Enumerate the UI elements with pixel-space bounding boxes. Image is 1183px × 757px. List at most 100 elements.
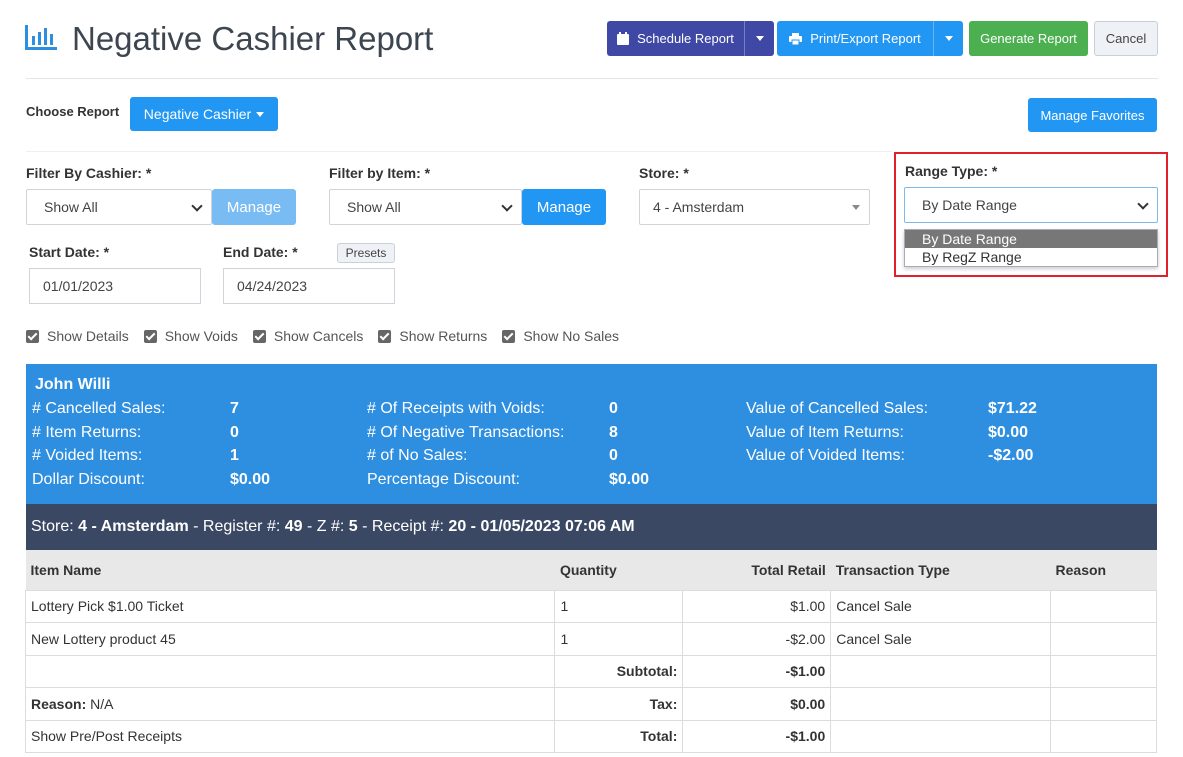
empty-cell (830, 654, 1052, 688)
summary-label: # of No Sales: (367, 447, 468, 464)
cashier-select-value: Show All (44, 199, 98, 215)
show-details-checkbox[interactable]: Show Details (26, 328, 129, 344)
show-no-sales-checkbox[interactable]: Show No Sales (502, 328, 619, 344)
range-option-regz[interactable]: By RegZ Range (905, 248, 1157, 266)
cashier-manage-button[interactable]: Manage (212, 189, 296, 225)
summary-value: 0 (609, 447, 618, 464)
show-no-sales-label: Show No Sales (523, 328, 620, 344)
chevron-down-icon (191, 200, 203, 212)
empty-cell (1050, 719, 1157, 753)
receipt-items-table: Item Name Quantity Total Retail Transact… (24, 550, 1157, 753)
empty-cell (830, 719, 1052, 753)
schedule-report-button[interactable]: Schedule Report (607, 21, 774, 56)
show-returns-label: Show Returns (399, 328, 488, 344)
range-type-value: By Date Range (922, 197, 1017, 213)
range-type-options: By Date Range By RegZ Range (904, 229, 1158, 267)
show-cancels-checkbox[interactable]: Show Cancels (252, 328, 363, 344)
schedule-dropdown-toggle[interactable] (744, 21, 774, 56)
range-option-date[interactable]: By Date Range (905, 230, 1157, 248)
summary-value: 0 (609, 400, 618, 417)
chevron-down-icon (501, 200, 513, 212)
item-select[interactable]: Show All (329, 189, 522, 225)
total-value: -$1.00 (682, 719, 832, 753)
store-prefix: Store: (31, 518, 74, 535)
item-total: $1.00 (682, 589, 832, 623)
empty-cell (24, 654, 556, 688)
manage-favorites-button[interactable]: Manage Favorites (1028, 98, 1157, 132)
checkbox-checked-icon (26, 329, 39, 343)
section-divider (26, 151, 892, 152)
empty-cell (1050, 654, 1157, 688)
col-header-item-name: Item Name (25, 550, 555, 590)
item-reason (1050, 589, 1157, 623)
summary-value: 8 (609, 424, 618, 441)
range-type-label: Range Type: * (905, 163, 998, 179)
show-pre-post-receipts-link[interactable]: Show Pre/Post Receipts (24, 719, 556, 753)
empty-cell (830, 687, 1052, 721)
col-header-transaction-type: Transaction Type (830, 550, 1051, 590)
summary-label: # Cancelled Sales: (32, 400, 166, 417)
item-qty: 1 (554, 589, 684, 623)
printer-icon (789, 32, 803, 45)
cashier-name: John Willi (35, 376, 111, 393)
cashier-select[interactable]: Show All (26, 189, 212, 225)
summary-value: 0 (230, 424, 239, 441)
receipt-store: 4 - Amsterdam (78, 518, 189, 535)
receipt-register: 49 (284, 518, 303, 535)
options-checkboxes: Show Details Show Voids Show Cancels Sho… (26, 328, 634, 344)
total-label: Total: (554, 719, 684, 753)
table-row: New Lottery product 45 1 -$2.00 Cancel S… (24, 622, 1157, 656)
reason-cell: Reason: N/A (24, 687, 556, 721)
checkbox-checked-icon (378, 329, 392, 343)
caret-down-icon (944, 36, 953, 41)
checkbox-checked-icon (502, 329, 516, 343)
summary-value: 1 (230, 447, 239, 464)
start-date-input[interactable]: 01/01/2023 (29, 268, 201, 304)
tax-label: Tax: (554, 687, 684, 721)
choose-report-value: Negative Cashier (143, 106, 252, 122)
receipt-header: Store: 4 - Amsterdam - Register #: 49 - … (26, 504, 1157, 550)
item-type: Cancel Sale (830, 622, 1052, 656)
table-row: Lottery Pick $1.00 Ticket 1 $1.00 Cancel… (24, 589, 1157, 623)
z-prefix: - Z #: (307, 518, 345, 535)
presets-button[interactable]: Presets (337, 243, 395, 263)
item-manage-button[interactable]: Manage (522, 189, 606, 225)
end-date-input[interactable]: 04/24/2023 (223, 268, 395, 304)
summary-label: Percentage Discount: (367, 471, 520, 488)
chevron-down-icon (1137, 198, 1149, 210)
summary-label: Value of Voided Items: (746, 447, 905, 464)
col-header-quantity: Quantity (554, 550, 683, 590)
reason-value: N/A (90, 695, 114, 712)
item-reason (1050, 622, 1157, 656)
choose-report-dropdown[interactable]: Negative Cashier (130, 97, 278, 131)
tax-value: $0.00 (682, 687, 832, 721)
header-divider (26, 78, 1158, 79)
tax-row: Reason: N/A Tax: $0.00 (24, 687, 1157, 721)
empty-cell (1050, 687, 1157, 721)
cashier-summary: John Willi # Cancelled Sales: 7 # Item R… (26, 364, 1157, 504)
summary-value: 7 (230, 400, 239, 417)
receipt-number-date: 20 - 01/05/2023 07:06 AM (448, 518, 635, 535)
item-qty: 1 (554, 622, 684, 656)
col-header-reason: Reason (1050, 550, 1157, 590)
summary-label: Value of Cancelled Sales: (746, 400, 929, 417)
range-type-select[interactable]: By Date Range (904, 187, 1158, 223)
calendar-icon (617, 32, 630, 45)
store-label: Store: * (639, 165, 689, 181)
show-details-label: Show Details (47, 328, 129, 344)
filter-cashier-label: Filter By Cashier: * (26, 165, 152, 181)
show-returns-checkbox[interactable]: Show Returns (378, 328, 487, 344)
print-export-button[interactable]: Print/Export Report (777, 21, 963, 56)
store-select[interactable]: 4 - Amsterdam (639, 189, 870, 225)
col-header-total-retail: Total Retail (682, 550, 831, 590)
generate-report-button[interactable]: Generate Report (969, 21, 1088, 56)
print-dropdown-toggle[interactable] (933, 21, 963, 56)
show-voids-checkbox[interactable]: Show Voids (143, 328, 238, 344)
cancel-button[interactable]: Cancel (1094, 21, 1158, 56)
end-date-label: End Date: * (223, 244, 298, 260)
item-type: Cancel Sale (830, 589, 1052, 623)
subtotal-label: Subtotal: (554, 654, 684, 688)
summary-label: # Item Returns: (32, 424, 142, 441)
caret-down-icon (256, 111, 265, 117)
item-name: Lottery Pick $1.00 Ticket (24, 589, 556, 623)
